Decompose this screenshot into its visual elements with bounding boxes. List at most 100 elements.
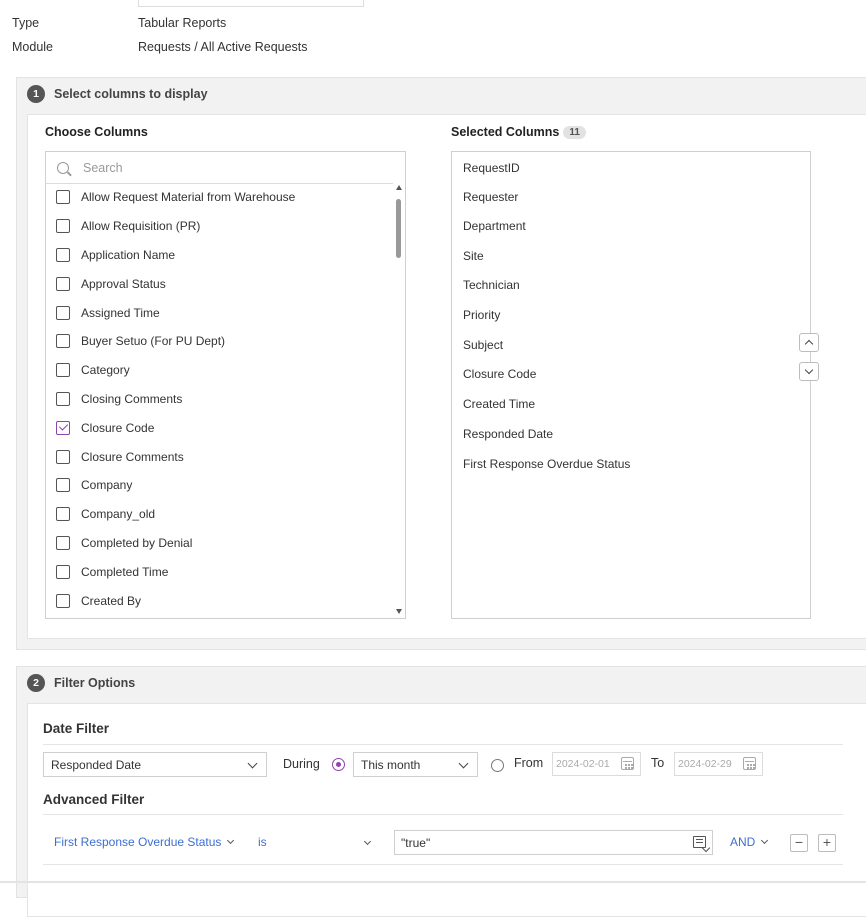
column-option-label: Application Name	[81, 247, 176, 262]
selected-column-item[interactable]: Responded Date	[463, 427, 553, 441]
filter-field-dropdown[interactable]: First Response Overdue Status	[54, 835, 235, 849]
filter-options-header: 2 Filter Options	[27, 672, 135, 694]
value-editor-icon[interactable]	[693, 836, 706, 848]
column-option-label: Allow Request Material from Warehouse	[81, 190, 296, 205]
checkbox[interactable]	[56, 276, 70, 291]
column-option[interactable]: Created By	[46, 586, 393, 615]
selected-column-item[interactable]: Technician	[463, 278, 520, 292]
column-option-label: Company_old	[81, 507, 156, 522]
selected-columns-panel: RequestID Requester Department Site Technici…	[451, 151, 811, 619]
checkbox[interactable]	[56, 478, 70, 493]
checkbox[interactable]	[56, 247, 70, 262]
logic-operator-dropdown[interactable]: AND	[730, 835, 769, 849]
checkbox[interactable]	[56, 507, 70, 522]
scroll-down-arrow-icon[interactable]	[396, 609, 402, 614]
checkbox-checked[interactable]	[56, 420, 70, 435]
move-up-button[interactable]	[799, 333, 819, 352]
selected-column-item[interactable]: Subject	[463, 338, 503, 352]
chevron-down-icon	[761, 836, 769, 845]
chevron-down-icon	[804, 365, 814, 375]
column-search-input[interactable]	[81, 159, 385, 176]
filter-operator-dropdown[interactable]: is	[258, 835, 372, 849]
checkbox[interactable]	[56, 190, 70, 205]
divider	[43, 864, 843, 865]
calendar-icon[interactable]	[743, 757, 756, 770]
selected-columns-heading: Selected Columns 11	[451, 125, 586, 139]
to-date-input[interactable]: 2024-02-29	[674, 752, 763, 776]
checkbox[interactable]	[56, 219, 70, 234]
column-option[interactable]: Approval Status	[46, 269, 393, 298]
column-option-label: Buyer Setuo (For PU Dept)	[81, 334, 226, 349]
from-date-input[interactable]: 2024-02-01	[552, 752, 641, 776]
selected-columns-title: Selected Columns	[451, 125, 560, 139]
column-option[interactable]: Closure Code	[46, 413, 393, 442]
divider	[43, 744, 843, 745]
date-field-value: Responded Date	[51, 757, 142, 772]
to-date-value: 2024-02-29	[678, 758, 732, 770]
filter-options-title: Filter Options	[54, 676, 136, 690]
scroll-up-arrow-icon[interactable]	[396, 185, 402, 190]
checkbox[interactable]	[56, 449, 70, 464]
column-option[interactable]: Company_old	[46, 500, 393, 529]
search-icon	[57, 161, 69, 174]
date-field-select[interactable]: Responded Date	[43, 752, 267, 777]
checkbox[interactable]	[56, 363, 70, 378]
column-option[interactable]: Company	[46, 471, 393, 500]
date-filter-heading: Date Filter	[43, 721, 110, 736]
choose-columns-heading: Choose Columns	[45, 125, 148, 139]
checkbox[interactable]	[56, 305, 70, 320]
choose-columns-panel: Allow Request Material from Warehouse All…	[45, 151, 406, 619]
column-option[interactable]: Closure Comments	[46, 442, 393, 471]
column-option-label: Assigned Time	[81, 305, 160, 320]
during-radio[interactable]	[332, 758, 345, 771]
select-columns-header: 1 Select columns to display	[27, 83, 208, 105]
selected-column-item[interactable]: First Response Overdue Status	[463, 457, 630, 471]
selected-column-item[interactable]: Site	[463, 249, 484, 263]
from-radio[interactable]	[491, 759, 504, 772]
remove-condition-button[interactable]: −	[790, 834, 808, 852]
selected-column-item[interactable]: Priority	[463, 308, 500, 322]
column-option[interactable]: Completed by Denial	[46, 529, 393, 558]
column-option[interactable]: Buyer Setuo (For PU Dept)	[46, 327, 393, 356]
column-option-label: Approval Status	[81, 276, 166, 291]
column-option-label: Closure Code	[81, 420, 155, 435]
module-value: Requests / All Active Requests	[138, 40, 308, 54]
selected-column-item[interactable]: Requester	[463, 190, 518, 204]
checkbox[interactable]	[56, 593, 70, 608]
column-option-label: Closure Comments	[81, 449, 184, 464]
calendar-icon[interactable]	[621, 757, 634, 770]
step-number-badge: 1	[27, 85, 45, 103]
checkbox[interactable]	[56, 391, 70, 406]
scroll-thumb[interactable]	[396, 199, 401, 258]
column-option-label: Completed by Denial	[81, 535, 193, 550]
checkbox[interactable]	[56, 535, 70, 550]
selected-column-item[interactable]: Created Time	[463, 397, 535, 411]
period-select[interactable]: This month	[353, 752, 478, 777]
period-value: This month	[361, 757, 421, 772]
add-condition-button[interactable]: +	[818, 834, 836, 852]
checkbox[interactable]	[56, 334, 70, 349]
column-option[interactable]: Allow Request Material from Warehouse	[46, 183, 393, 212]
column-option[interactable]: Allow Requisition (PR)	[46, 212, 393, 241]
chevron-up-icon	[804, 339, 814, 349]
selected-column-item[interactable]: RequestID	[463, 161, 520, 175]
choose-columns-title: Choose Columns	[45, 125, 148, 139]
chevron-down-icon	[363, 837, 372, 846]
column-option[interactable]: Application Name	[46, 241, 393, 270]
module-label: Module	[12, 40, 53, 54]
chevron-down-icon	[247, 758, 258, 769]
selected-column-item[interactable]: Closure Code	[463, 367, 536, 381]
column-option[interactable]: Category	[46, 356, 393, 385]
column-option[interactable]: Completed Time	[46, 557, 393, 586]
column-option-label: Company	[81, 478, 133, 493]
move-down-button[interactable]	[799, 362, 819, 381]
during-label: During	[283, 757, 320, 771]
column-option[interactable]: Assigned Time	[46, 298, 393, 327]
selected-column-item[interactable]: Department	[463, 219, 526, 233]
checkbox[interactable]	[56, 564, 70, 579]
columns-scrollbar[interactable]	[393, 183, 405, 618]
chevron-down-icon	[458, 758, 469, 769]
chevron-down-icon	[227, 836, 235, 845]
column-option[interactable]: Closing Comments	[46, 385, 393, 414]
filter-value-input[interactable]: "true"	[394, 830, 713, 855]
